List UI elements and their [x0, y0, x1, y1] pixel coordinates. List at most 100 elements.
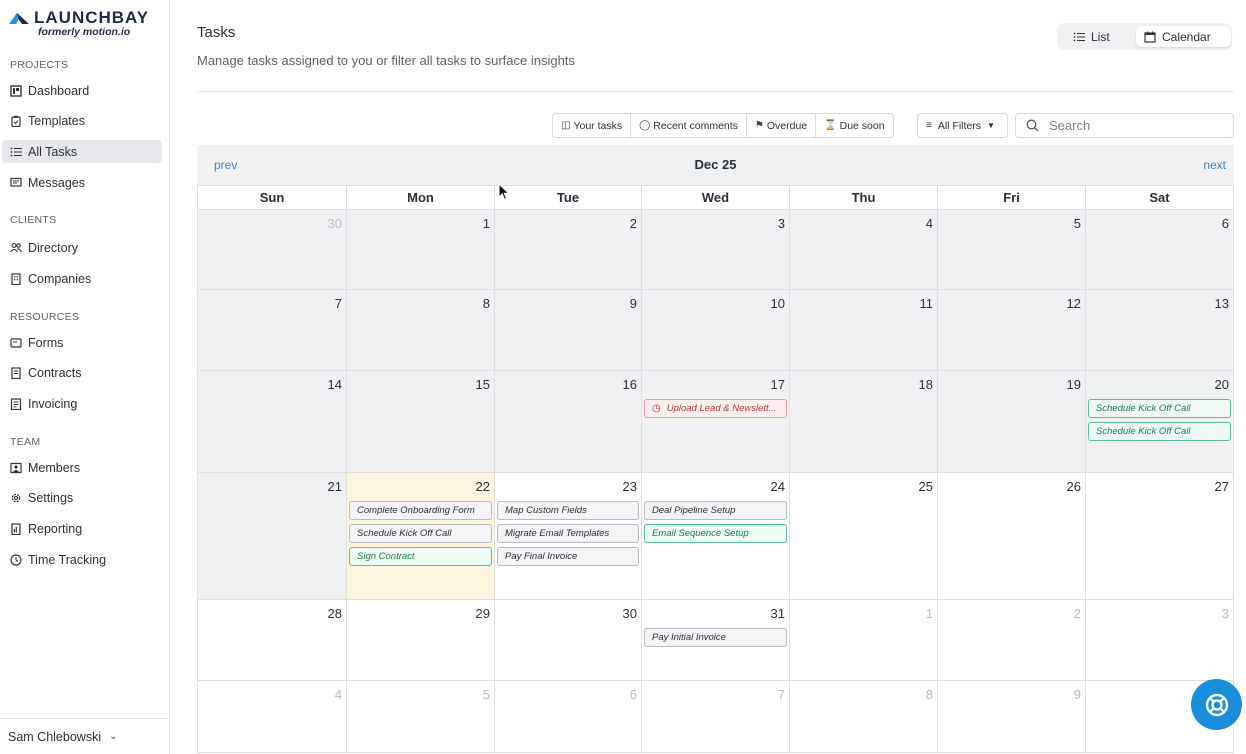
- calendar-day[interactable]: 12: [938, 290, 1086, 371]
- task-chip[interactable]: Pay Final Invoice: [497, 547, 639, 566]
- weekday-label: Tue: [495, 186, 642, 210]
- sidebar-item-time-tracking[interactable]: Time Tracking: [2, 548, 162, 571]
- task-chip[interactable]: ◷ Upload Lead & Newslett...: [644, 399, 787, 418]
- calendar-day[interactable]: 27: [1086, 473, 1234, 600]
- day-number: 6: [1221, 216, 1229, 231]
- calendar-day[interactable]: 16: [495, 371, 642, 473]
- sidebar-item-label: Dashboard: [28, 83, 90, 98]
- calendar-day[interactable]: 26: [938, 473, 1086, 600]
- calendar-day[interactable]: 8: [790, 681, 938, 753]
- day-number: 8: [482, 296, 490, 311]
- page-title: Tasks: [197, 24, 236, 41]
- calendar-day[interactable]: 1: [347, 210, 495, 290]
- task-chip[interactable]: Complete Onboarding Form: [349, 501, 492, 520]
- calendar-day[interactable]: 6: [495, 681, 642, 753]
- calendar-day[interactable]: 29: [347, 600, 495, 681]
- calendar-day[interactable]: 24 Deal Pipeline Setup Email Sequence Setu…: [642, 473, 790, 600]
- user-menu[interactable]: Sam Chlebowski ⌄: [0, 718, 170, 754]
- task-title: Migrate Email Templates: [505, 528, 610, 539]
- recent-comments-filter[interactable]: ◯ Recent comments: [631, 114, 747, 137]
- all-filters-label: All Filters: [937, 119, 982, 132]
- sidebar-item-directory[interactable]: Directory: [2, 236, 162, 259]
- task-chip[interactable]: Schedule Kick Off Call: [1088, 422, 1231, 441]
- calendar-day[interactable]: 2: [495, 210, 642, 290]
- calendar-day[interactable]: 23 Map Custom Fields Migrate Email Templat…: [495, 473, 642, 600]
- calendar-day[interactable]: 8: [347, 290, 495, 371]
- due-soon-filter[interactable]: ⌛ Due soon: [816, 114, 892, 137]
- calendar-day[interactable]: 3: [642, 210, 790, 290]
- clipboard-icon: [10, 115, 22, 127]
- calendar-day[interactable]: 31 Pay Initial Invoice: [642, 600, 790, 681]
- sidebar-item-reporting[interactable]: Reporting: [2, 517, 162, 540]
- task-chip[interactable]: Schedule Kick Off Call: [349, 524, 492, 543]
- task-chip[interactable]: Schedule Kick Off Call: [1088, 399, 1231, 418]
- weekday-label: Wed: [642, 186, 790, 210]
- calendar-day[interactable]: 20 Schedule Kick Off Call Schedule Kick Of…: [1086, 371, 1234, 473]
- calendar-day[interactable]: 6: [1086, 210, 1234, 290]
- calendar-day-today[interactable]: 22 Complete Onboarding Form Schedule Kick …: [347, 473, 495, 600]
- sidebar-item-contracts[interactable]: Contracts: [2, 361, 162, 384]
- sidebar-item-forms[interactable]: Forms: [2, 331, 162, 354]
- brand-logo[interactable]: LAUNCHBAY formerly motion.io: [8, 8, 149, 38]
- calendar-day[interactable]: 3: [1086, 600, 1234, 681]
- sidebar-item-members[interactable]: Members: [2, 456, 162, 479]
- sidebar-item-label: Members: [28, 460, 81, 475]
- task-chip[interactable]: Migrate Email Templates: [497, 524, 639, 543]
- sidebar-item-dashboard[interactable]: Dashboard: [2, 79, 162, 102]
- overdue-filter[interactable]: ⚑ Overdue: [747, 114, 817, 137]
- sidebar-item-templates[interactable]: Templates: [2, 109, 162, 132]
- your-tasks-filter[interactable]: ◫ Your tasks: [553, 114, 632, 137]
- next-month-button[interactable]: next: [1203, 158, 1226, 172]
- calendar-view-label: Calendar: [1162, 29, 1211, 44]
- calendar-day[interactable]: 21: [198, 473, 347, 600]
- calendar-day[interactable]: 25: [790, 473, 938, 600]
- calendar-day[interactable]: 30: [198, 210, 347, 290]
- calendar-day[interactable]: 5: [347, 681, 495, 753]
- help-chat-button[interactable]: [1191, 679, 1242, 730]
- task-chip[interactable]: Email Sequence Setup: [644, 524, 787, 543]
- calendar-day[interactable]: 9: [495, 290, 642, 371]
- sidebar-item-invoicing[interactable]: Invoicing: [2, 392, 162, 415]
- task-chip[interactable]: Map Custom Fields: [497, 501, 639, 520]
- list-view-button[interactable]: List: [1065, 26, 1118, 47]
- prev-month-button[interactable]: prev: [214, 158, 237, 172]
- search-input[interactable]: [1049, 118, 1219, 133]
- calendar-day[interactable]: 19: [938, 371, 1086, 473]
- sidebar-item-label: Reporting: [28, 521, 83, 536]
- search-icon: [1026, 119, 1039, 132]
- sidebar-item-messages[interactable]: Messages: [2, 171, 162, 194]
- calendar-day[interactable]: 1: [790, 600, 938, 681]
- task-chip[interactable]: Deal Pipeline Setup: [644, 501, 787, 520]
- calendar-day[interactable]: 18: [790, 371, 938, 473]
- calendar-day[interactable]: 14: [198, 371, 347, 473]
- calendar-day[interactable]: 17 ◷ Upload Lead & Newslett...: [642, 371, 790, 473]
- task-title: Pay Initial Invoice: [652, 632, 726, 643]
- list-icon: [10, 146, 22, 158]
- sidebar-item-all-tasks[interactable]: All Tasks: [2, 140, 162, 163]
- calendar-day[interactable]: 7: [198, 290, 347, 371]
- calendar-day[interactable]: 7: [642, 681, 790, 753]
- calendar-day[interactable]: 10: [642, 290, 790, 371]
- task-chip[interactable]: Sign Contract: [349, 547, 492, 566]
- all-filters-dropdown[interactable]: ≡ All Filters ▼: [917, 113, 1008, 138]
- calendar-day[interactable]: 30: [495, 600, 642, 681]
- calendar-day[interactable]: 28: [198, 600, 347, 681]
- calendar-day[interactable]: 4: [198, 681, 347, 753]
- sidebar-item-settings[interactable]: Settings: [2, 486, 162, 509]
- calendar-day[interactable]: 2: [938, 600, 1086, 681]
- calendar-day[interactable]: 4: [790, 210, 938, 290]
- week-row: 7 8 9 10 11 12 13: [198, 290, 1234, 371]
- calendar-view-button[interactable]: Calendar: [1136, 26, 1231, 47]
- sidebar-item-companies[interactable]: Companies: [2, 267, 162, 290]
- calendar-day[interactable]: 5: [938, 210, 1086, 290]
- task-chip[interactable]: Pay Initial Invoice: [644, 628, 787, 647]
- task-title: Upload Lead & Newslett...: [666, 403, 777, 414]
- calendar-day[interactable]: 13: [1086, 290, 1234, 371]
- form-icon: [10, 337, 22, 349]
- calendar-day[interactable]: 11: [790, 290, 938, 371]
- day-number: 13: [1214, 296, 1229, 311]
- calendar-day[interactable]: 15: [347, 371, 495, 473]
- calendar-day[interactable]: 9: [938, 681, 1086, 753]
- weekday-label: Fri: [938, 186, 1086, 210]
- day-number: 25: [918, 479, 933, 494]
